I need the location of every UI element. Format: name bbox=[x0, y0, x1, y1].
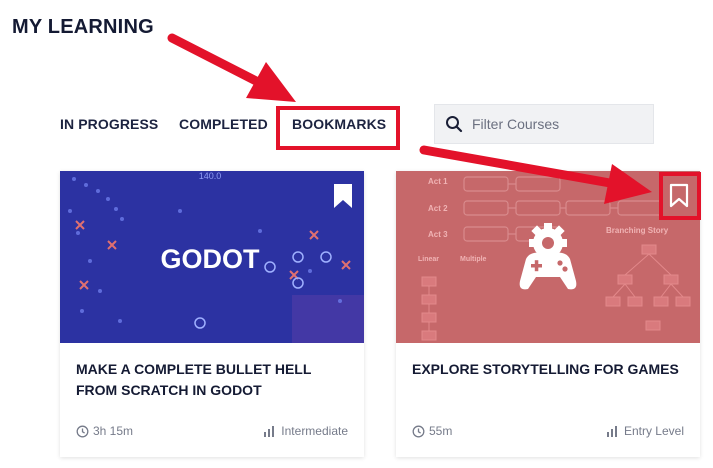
duration-text: 3h 15m bbox=[93, 424, 134, 438]
act-3-label: Act 3 bbox=[428, 230, 448, 239]
course-card-storytelling[interactable]: Act 1 Act 2 Act 3 Branching Story Linear… bbox=[396, 171, 700, 457]
course-duration: 55m bbox=[412, 424, 452, 438]
godot-thumbnail-title: GODOT bbox=[161, 244, 261, 274]
act-2-label: Act 2 bbox=[428, 204, 448, 213]
course-duration: 3h 15m bbox=[76, 424, 133, 438]
level-text: Entry Level bbox=[623, 424, 684, 438]
course-card-godot[interactable]: 140.0 GODOT MAKE A COMPLETE BULLET HELL … bbox=[60, 171, 364, 457]
linear-label: Linear bbox=[418, 256, 439, 263]
bookmarks-tab-highlight-box bbox=[276, 106, 400, 150]
level-bars-icon bbox=[606, 426, 617, 437]
arrow-to-bookmarks-tab bbox=[167, 33, 296, 102]
filter-courses-search[interactable] bbox=[434, 104, 654, 144]
bookmark-button-highlight-box bbox=[659, 172, 701, 220]
page-title: MY LEARNING bbox=[12, 16, 154, 38]
act-1-label: Act 1 bbox=[428, 177, 448, 186]
multiple-label: Multiple bbox=[460, 256, 487, 263]
search-input[interactable] bbox=[472, 116, 642, 132]
course-level: Entry Level bbox=[606, 424, 684, 438]
course-level: Intermediate bbox=[263, 424, 348, 438]
course-thumbnail-storytelling: Act 1 Act 2 Act 3 Branching Story Linear… bbox=[396, 171, 700, 343]
branching-story-label: Branching Story bbox=[606, 226, 669, 235]
tab-in-progress[interactable]: IN PROGRESS bbox=[60, 116, 158, 132]
bookmark-filled-icon[interactable] bbox=[332, 183, 354, 209]
search-icon bbox=[446, 116, 463, 133]
course-title: EXPLORE STORYTELLING FOR GAMES bbox=[412, 361, 679, 377]
thumbnail-overlay-text: 140.0 bbox=[199, 171, 222, 181]
course-title: MAKE A COMPLETE BULLET HELL FROM SCRATCH… bbox=[76, 361, 312, 398]
duration-text: 55m bbox=[429, 424, 453, 438]
course-thumbnail-godot: 140.0 GODOT bbox=[60, 171, 364, 343]
tab-completed[interactable]: COMPLETED bbox=[179, 116, 268, 132]
level-bars-icon bbox=[264, 426, 275, 437]
level-text: Intermediate bbox=[281, 424, 348, 438]
clock-icon bbox=[76, 425, 89, 437]
clock-icon bbox=[412, 425, 425, 437]
